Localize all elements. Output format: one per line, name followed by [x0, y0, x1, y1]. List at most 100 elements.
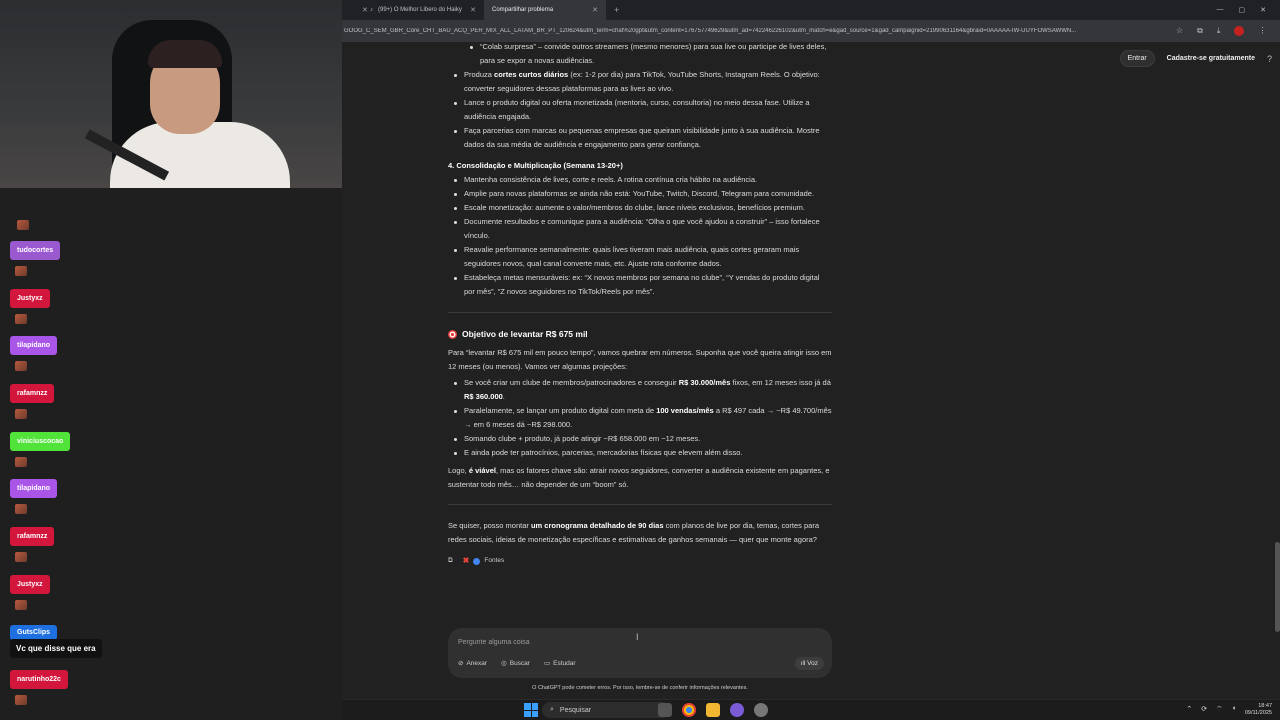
tiktok-icon: ♪ [370, 7, 373, 13]
list-item: Produza cortes curtos diários (ex: 1-2 p… [448, 68, 832, 96]
volume-icon[interactable]: ◖ [1232, 705, 1236, 714]
globe-icon: ◎ [501, 660, 507, 667]
voice-button[interactable]: ıll Voz [794, 657, 824, 670]
offer-section: Se quiser, posso montar um cronograma de… [448, 519, 832, 568]
chat-message: tilapidano [10, 477, 58, 514]
tab-compartilhar[interactable]: Compartilhar problema ✕ [484, 0, 606, 20]
list-item: Lance o produto digital ou oferta moneti… [448, 96, 832, 124]
search-button[interactable]: ◎ Buscar [501, 659, 530, 668]
login-button[interactable]: Entrar [1119, 50, 1155, 67]
chat-username: rafamnzz [10, 384, 55, 403]
webcam-feed [0, 0, 342, 188]
list-item: Documente resultados e comunique para a … [448, 215, 832, 243]
profile-avatar[interactable] [1234, 26, 1245, 36]
task-view-icon[interactable] [658, 703, 672, 717]
tab-close-icon[interactable]: ✕ [342, 0, 368, 20]
list-item: Se você criar um clube de membros/patroc… [448, 376, 832, 404]
close-window-icon[interactable]: ✕ [1260, 6, 1266, 14]
list-item: Somando clube + produto, já pode atingir… [448, 432, 832, 446]
copy-icon[interactable]: ⧉ [448, 554, 453, 568]
windows-start-icon[interactable] [524, 703, 538, 717]
composer-input[interactable]: Pergunte alguma coisa [458, 639, 530, 646]
search-icon: ⌕ [550, 706, 554, 713]
sources-button[interactable]: ✖ Fontes [463, 554, 505, 568]
chat-message: viniciuscocao [10, 430, 71, 467]
objective-intro: Para “levantar R$ 675 mil em pouco tempo… [448, 348, 832, 371]
chat-emote [17, 220, 29, 230]
list-item: “Colab surpresa” – convide outros stream… [464, 42, 832, 68]
system-tray: ⌃ ⟳ ⌔ ◖ [1186, 705, 1236, 714]
chat-message: GutsClips [10, 621, 58, 640]
chat-message: tilapidano [10, 334, 58, 371]
chat-emote [15, 266, 27, 276]
tab-label: Compartilhar problema [492, 7, 554, 13]
message-composer[interactable]: Pergunte alguma coisa ⊘ Anexar ◎ Buscar ▭ E… [448, 628, 832, 678]
clock-time: 18:47 [1258, 703, 1272, 709]
chat-emote [15, 457, 27, 467]
menu-icon[interactable]: ⋮ [1258, 26, 1266, 36]
chat-username: Justyxz [10, 289, 50, 308]
list-item: Reavalie performance semanalmente: quais… [448, 243, 832, 271]
taskbar-clock[interactable]: 18:47 09/11/2025 [1245, 703, 1272, 717]
study-button[interactable]: ▭ Estudar [543, 659, 576, 668]
download-icon[interactable]: ⤓ [1217, 26, 1221, 36]
new-tab-icon[interactable]: + [614, 5, 619, 15]
chat-emote [15, 409, 27, 419]
text-cursor-icon: I [636, 632, 639, 642]
help-icon[interactable]: ? [1267, 54, 1272, 64]
section-4: 4. Consolidação e Multiplicação (Semana … [448, 159, 832, 299]
extensions-icon[interactable]: ⧉ [1197, 26, 1203, 36]
windows-taskbar: ⌕ Pesquisar ⌃ ⟳ ⌔ ◖ 18:47 09/11/2025 [342, 699, 1280, 720]
target-icon [448, 329, 457, 339]
scrollbar[interactable] [1275, 542, 1280, 632]
maximize-icon[interactable]: ▢ [1239, 6, 1246, 14]
chat-emote [15, 314, 27, 324]
signup-button[interactable]: Cadastre-se gratuitamente [1160, 51, 1261, 66]
chat-username: GutsClips [10, 625, 58, 640]
book-icon: ▭ [543, 660, 551, 667]
network-icon[interactable]: ⌔ [1216, 705, 1223, 714]
toolbar-icons: ☆ ⧉ ⤓ ⋮ [1168, 26, 1266, 36]
taskbar-apps [658, 703, 768, 717]
chat-message: Justyxz [10, 287, 50, 324]
url-input[interactable]: GOOG_C_SEM_GBR_Core_CHT_BAU_ACQ_PER_MIX_… [342, 28, 1168, 34]
chat-username: viniciuscocao [10, 432, 71, 451]
stream-chat-overlay: tudocortes Justyxz tilapidano rafamnzz v… [0, 196, 342, 720]
sync-icon[interactable]: ⟳ [1201, 705, 1207, 714]
list-item: Paralelamente, se lançar um produto digi… [448, 404, 832, 432]
sources-label: Fontes [484, 557, 505, 564]
chevron-up-icon[interactable]: ⌃ [1186, 705, 1192, 714]
list-item: Amplie para novas plataformas se ainda n… [448, 187, 832, 201]
chat-username: tilapidano [10, 336, 58, 355]
window-controls: — ▢ ✕ [1217, 6, 1280, 14]
settings-icon[interactable] [754, 703, 768, 717]
close-icon[interactable]: ✕ [592, 6, 598, 14]
close-icon[interactable]: ✕ [470, 6, 476, 14]
list-item: Estabeleça metas mensuráveis: ex: “X nov… [448, 271, 832, 299]
folder-icon[interactable] [706, 703, 720, 717]
list-item: E ainda pode ter patrocínios, parcerias,… [448, 446, 832, 460]
minimize-icon[interactable]: — [1217, 6, 1224, 14]
star-icon[interactable]: ☆ [1176, 26, 1183, 36]
chat-emote [15, 361, 27, 371]
chat-username: tudocortes [10, 241, 61, 260]
attach-button[interactable]: ⊘ Anexar [458, 659, 487, 668]
source-icon: ✖ [462, 556, 470, 565]
tab-haikyu[interactable]: ♪ (99+) O Melhor Libero do Haiky ✕ [362, 0, 484, 20]
list-item: Escale monetização: aumente o valor/memb… [448, 201, 832, 215]
chat-emote [15, 504, 27, 514]
source-icon [473, 557, 481, 565]
response-top-list: “Colab surpresa” – convide outros stream… [448, 42, 832, 152]
chat-emote [15, 552, 27, 562]
chat-message: tudocortes [10, 239, 61, 276]
discord-icon[interactable] [730, 703, 744, 717]
divider [448, 312, 832, 313]
taskbar-search[interactable]: ⌕ Pesquisar [542, 702, 670, 718]
objective-section: Objetivo de levantar R$ 675 mil Para “le… [448, 327, 832, 492]
chrome-icon[interactable] [682, 703, 696, 717]
list-item: Faça parcerias com marcas ou pequenas em… [448, 124, 832, 152]
browser-tab-bar: ✕ ♪ (99+) O Melhor Libero do Haiky ✕ Com… [342, 0, 1280, 20]
objective-heading: Objetivo de levantar R$ 675 mil [448, 327, 832, 341]
tab-label: (99+) O Melhor Libero do Haiky [378, 7, 462, 13]
list-item: Mantenha consistência de lives, corte e … [448, 173, 832, 187]
